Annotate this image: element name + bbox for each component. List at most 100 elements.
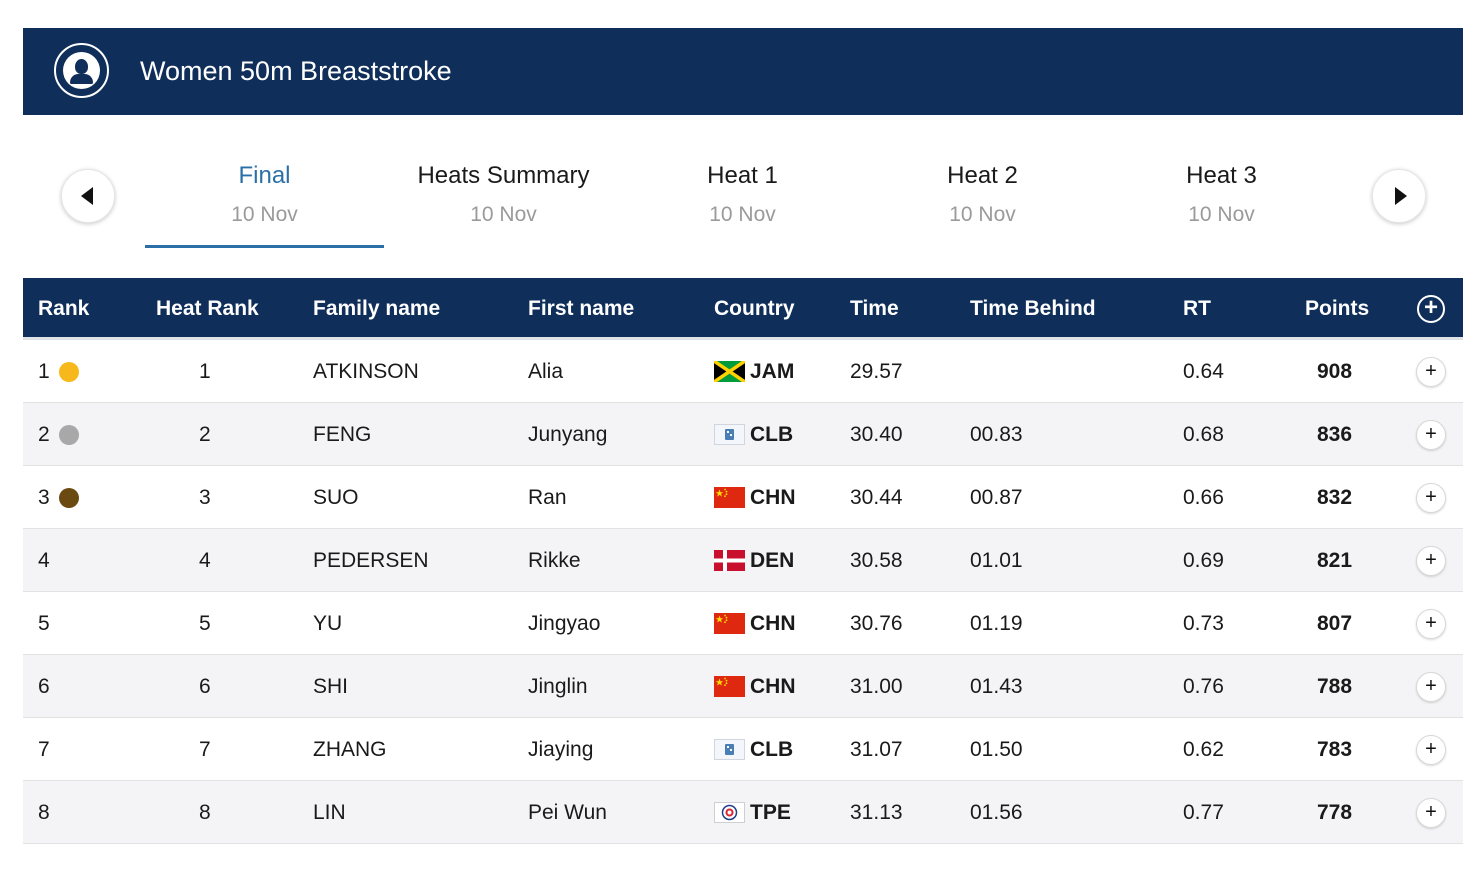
- time-cell: 31.13: [850, 801, 903, 824]
- rank-cell: 7: [38, 738, 50, 761]
- event-title: Women 50m Breaststroke: [140, 56, 452, 86]
- time-behind-cell: 01.01: [970, 549, 1023, 572]
- col-family-name[interactable]: Family name: [313, 278, 440, 340]
- table-row: 8 8 LIN Pei Wun 31.13 01.56 0.77 778 TPE +: [23, 781, 1463, 844]
- rt-cell: 0.66: [1183, 486, 1224, 509]
- china-flag-icon: [714, 613, 745, 634]
- tab-date: 10 Nov: [1188, 203, 1255, 226]
- col-time-behind[interactable]: Time Behind: [970, 278, 1096, 340]
- rt-cell: 0.69: [1183, 549, 1224, 572]
- table-row: 2 2 FENG Junyang 30.40 00.83 0.68 836 CLB +: [23, 403, 1463, 466]
- first-name-cell: Rikke: [528, 549, 581, 572]
- country-code: DEN: [750, 549, 795, 572]
- col-rt[interactable]: RT: [1183, 278, 1211, 340]
- col-first-name[interactable]: First name: [528, 278, 634, 340]
- rt-cell: 0.77: [1183, 801, 1224, 824]
- first-name-cell: Jiaying: [528, 738, 594, 761]
- expand-row-icon[interactable]: +: [1416, 672, 1446, 702]
- points-cell: 788: [1317, 675, 1353, 698]
- expand-row-icon[interactable]: +: [1416, 357, 1446, 387]
- gold-medal-icon: [59, 362, 79, 382]
- expand-row-icon[interactable]: +: [1416, 420, 1446, 450]
- china-flag-icon: [714, 487, 745, 508]
- previous-tab-button[interactable]: [61, 169, 115, 223]
- points-cell: 807: [1317, 612, 1353, 635]
- expand-row-icon[interactable]: +: [1416, 546, 1446, 576]
- tab-name: Heat 3: [1186, 162, 1257, 189]
- club-flag-icon: [714, 739, 745, 760]
- table-row: 6 6 SHI Jinglin 31.00 01.43 0.76 788 CHN +: [23, 655, 1463, 718]
- first-name-cell: Ran: [528, 486, 567, 509]
- denmark-flag-icon: [714, 550, 745, 571]
- col-heat-rank[interactable]: Heat Rank: [156, 278, 259, 340]
- heat-rank-cell: 1: [199, 360, 211, 383]
- first-name-cell: Junyang: [528, 423, 608, 446]
- time-behind-cell: 01.19: [970, 612, 1023, 635]
- tab-name: Heat 2: [947, 162, 1018, 189]
- tab-name: Heat 1: [707, 162, 778, 189]
- time-cell: 30.44: [850, 486, 903, 509]
- country-code: TPE: [750, 801, 791, 824]
- table-row: 3 3 SUO Ran 30.44 00.87 0.66 832 CHN +: [23, 466, 1463, 529]
- tab-heat-1[interactable]: Heat 1 10 Nov: [623, 150, 862, 248]
- points-cell: 778: [1317, 801, 1353, 824]
- tab-date: 10 Nov: [231, 203, 298, 226]
- points-cell: 908: [1317, 360, 1353, 383]
- family-name-cell: ZHANG: [313, 738, 387, 761]
- rank-cell: 2: [38, 423, 50, 446]
- heat-rank-cell: 8: [199, 801, 211, 824]
- heat-rank-cell: 3: [199, 486, 211, 509]
- tab-heat-3[interactable]: Heat 3 10 Nov: [1102, 150, 1341, 248]
- time-behind-cell: 00.87: [970, 486, 1023, 509]
- country-code: CLB: [750, 738, 794, 761]
- tab-final[interactable]: Final 10 Nov: [145, 150, 384, 248]
- first-name-cell: Alia: [528, 360, 564, 383]
- family-name-cell: PEDERSEN: [313, 549, 429, 572]
- tab-date: 10 Nov: [709, 203, 776, 226]
- expand-row-icon[interactable]: +: [1416, 735, 1446, 765]
- col-country[interactable]: Country: [714, 278, 795, 340]
- time-cell: 29.57: [850, 360, 903, 383]
- points-cell: 783: [1317, 738, 1353, 761]
- expand-all-icon[interactable]: +: [1417, 295, 1445, 323]
- table-row: 5 5 YU Jingyao 30.76 01.19 0.73 807 CHN +: [23, 592, 1463, 655]
- table-body: 1 1 ATKINSON Alia 29.57 0.64 908 JAM +2 2 FENG Jun…: [23, 340, 1463, 844]
- col-rank[interactable]: Rank: [38, 278, 89, 340]
- results-table: Rank Heat Rank Family name First name Co…: [23, 278, 1463, 844]
- rt-cell: 0.64: [1183, 360, 1224, 383]
- china-flag-icon: [714, 676, 745, 697]
- points-cell: 832: [1317, 486, 1353, 509]
- rank-cell: 6: [38, 675, 50, 698]
- time-cell: 30.40: [850, 423, 903, 446]
- expand-row-icon[interactable]: +: [1416, 609, 1446, 639]
- tab-name: Final: [238, 162, 291, 189]
- col-points[interactable]: Points: [1305, 278, 1369, 340]
- family-name-cell: SHI: [313, 675, 349, 698]
- expand-row-icon[interactable]: +: [1416, 798, 1446, 828]
- next-tab-button[interactable]: [1372, 169, 1426, 223]
- first-name-cell: Jingyao: [528, 612, 601, 635]
- jamaica-flag-icon: [713, 359, 746, 384]
- heat-rank-cell: 2: [199, 423, 211, 446]
- table-header: Rank Heat Rank Family name First name Co…: [23, 278, 1463, 340]
- family-name-cell: LIN: [313, 801, 346, 824]
- rank-cell: 3: [38, 486, 50, 509]
- col-time[interactable]: Time: [850, 278, 899, 340]
- rank-cell: 5: [38, 612, 50, 635]
- country-code: CLB: [750, 423, 794, 446]
- rank-cell: 1: [38, 360, 50, 383]
- country-code: CHN: [750, 675, 796, 698]
- chinese-taipei-flag-icon: [714, 802, 745, 823]
- country-code: CHN: [750, 486, 796, 509]
- expand-row-icon[interactable]: +: [1416, 483, 1446, 513]
- tab-heat-2[interactable]: Heat 2 10 Nov: [863, 150, 1102, 248]
- tab-heats-summary[interactable]: Heats Summary 10 Nov: [384, 150, 623, 248]
- time-behind-cell: 01.43: [970, 675, 1023, 698]
- family-name-cell: SUO: [313, 486, 359, 509]
- country-code: CHN: [750, 612, 796, 635]
- family-name-cell: YU: [313, 612, 343, 635]
- family-name-cell: ATKINSON: [313, 360, 419, 383]
- rt-cell: 0.73: [1183, 612, 1224, 635]
- tab-name: Heats Summary: [417, 162, 590, 189]
- time-cell: 31.00: [850, 675, 903, 698]
